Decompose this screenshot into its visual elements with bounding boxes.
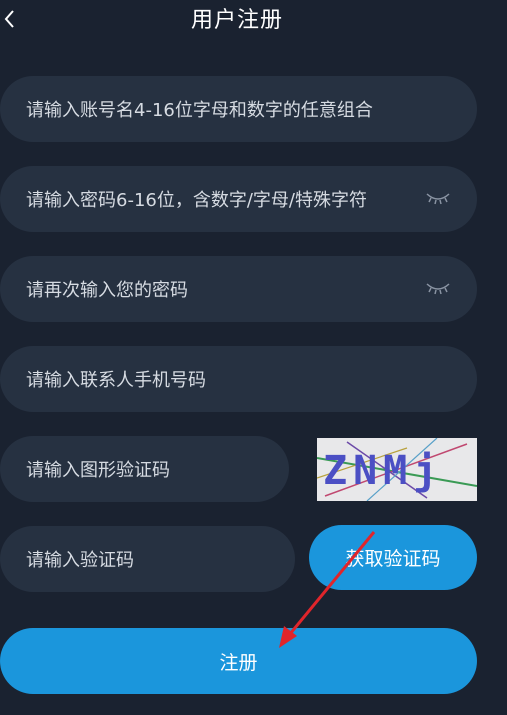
- password-field[interactable]: [0, 166, 477, 234]
- captcha-input[interactable]: [24, 436, 278, 504]
- password-input[interactable]: [24, 166, 416, 234]
- page-title: 用户注册: [190, 8, 283, 33]
- eye-closed-icon[interactable]: [425, 278, 451, 298]
- eye-closed-icon[interactable]: [425, 188, 451, 208]
- register-button[interactable]: 注册: [0, 628, 477, 694]
- get-code-button[interactable]: 获取验证码: [309, 525, 477, 590]
- sms-code-field[interactable]: [0, 526, 295, 594]
- account-field[interactable]: [0, 76, 477, 144]
- confirm-password-field[interactable]: [0, 256, 477, 324]
- header: 用户注册: [0, 0, 507, 40]
- captcha-text: ZNMj: [323, 448, 443, 494]
- sms-code-input[interactable]: [24, 526, 283, 594]
- confirm-password-input[interactable]: [24, 256, 416, 324]
- phone-field[interactable]: [0, 346, 477, 414]
- captcha-field[interactable]: [0, 436, 289, 504]
- phone-input[interactable]: [24, 346, 468, 414]
- account-input[interactable]: [24, 76, 468, 144]
- captcha-image[interactable]: ZNMj: [316, 437, 478, 502]
